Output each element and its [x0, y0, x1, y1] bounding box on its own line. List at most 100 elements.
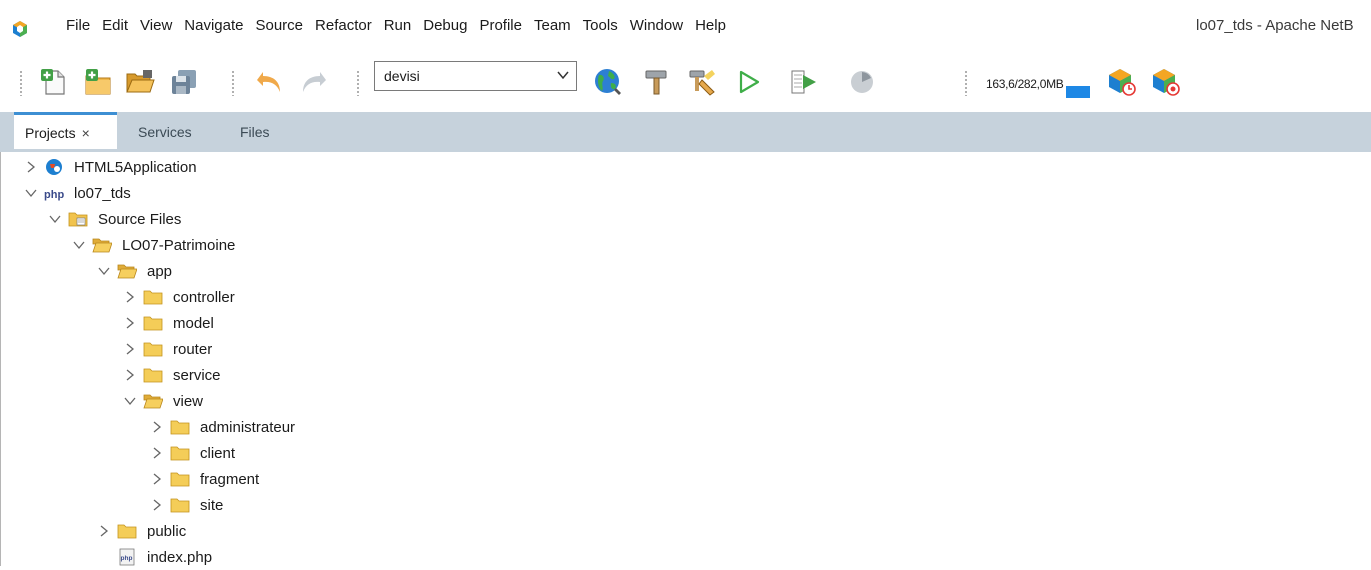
profiler-snapshot-icon[interactable]: [1150, 66, 1182, 98]
tree-node-site[interactable]: site: [150, 492, 223, 518]
chevron-right-icon[interactable]: [150, 446, 164, 460]
tree-node-label: controller: [173, 288, 235, 306]
window-title: lo07_tds - Apache NetB: [1196, 17, 1354, 34]
menu-edit[interactable]: Edit: [102, 17, 128, 34]
html5-project-icon: [46, 159, 62, 175]
chevron-right-icon[interactable]: [150, 472, 164, 486]
open-project-icon[interactable]: [124, 66, 156, 98]
menu-debug[interactable]: Debug: [423, 17, 467, 34]
tree-node-client[interactable]: client: [150, 440, 235, 466]
folder-icon: [170, 420, 190, 435]
tree-node-label: site: [200, 496, 224, 514]
run-project-icon[interactable]: [733, 66, 765, 98]
tree-node-administrateur[interactable]: administrateur: [150, 414, 295, 440]
clean-build-icon[interactable]: [686, 66, 718, 98]
tree-node-app[interactable]: app: [97, 258, 172, 284]
menu-bar: File Edit View Navigate Source Refactor …: [0, 0, 1371, 56]
svg-text:php: php: [121, 555, 133, 562]
chevron-right-icon[interactable]: [97, 524, 111, 538]
chevron-down-icon[interactable]: [123, 394, 137, 408]
folder-icon: [170, 472, 190, 487]
memory-usage-bar[interactable]: [1066, 86, 1090, 98]
folder-icon: [143, 342, 163, 357]
chevron-right-icon[interactable]: [123, 316, 137, 330]
tree-node-controller[interactable]: controller: [123, 284, 235, 310]
menu-file[interactable]: File: [66, 17, 90, 34]
toolbar-grip[interactable]: [20, 70, 22, 96]
tree-node-public[interactable]: public: [97, 518, 186, 544]
project-tree: HTML5Application php lo07_tds Source Fil…: [0, 152, 1371, 566]
menu-navigate[interactable]: Navigate: [184, 17, 243, 34]
source-folder-icon: [68, 212, 88, 227]
folder-icon: [117, 524, 137, 539]
debug-project-icon[interactable]: [788, 66, 820, 98]
menu-run[interactable]: Run: [384, 17, 412, 34]
chevron-right-icon[interactable]: [150, 498, 164, 512]
menu-source[interactable]: Source: [255, 17, 303, 34]
tree-node-label: client: [200, 444, 236, 462]
menu-view[interactable]: View: [140, 17, 172, 34]
tree-node-model[interactable]: model: [123, 310, 214, 336]
undo-icon[interactable]: [253, 66, 285, 98]
chevron-down-icon[interactable]: [97, 264, 111, 278]
netbeans-logo-icon: [13, 21, 27, 37]
chevron-down-icon[interactable]: [48, 212, 62, 226]
tree-node-label: router: [173, 340, 213, 358]
globe-browser-icon[interactable]: [592, 66, 624, 98]
folder-open-icon: [117, 264, 137, 279]
tab-files[interactable]: Files: [240, 112, 270, 152]
tab-projects[interactable]: Projects ×: [14, 112, 117, 149]
tree-node-label: public: [147, 522, 187, 540]
menu-window[interactable]: Window: [630, 17, 683, 34]
tree-node-service[interactable]: service: [123, 362, 221, 388]
build-hammer-icon[interactable]: [640, 66, 672, 98]
tree-node-label: HTML5Application: [74, 158, 197, 176]
new-file-icon[interactable]: [38, 66, 70, 98]
menu-refactor[interactable]: Refactor: [315, 17, 372, 34]
menu-profile[interactable]: Profile: [479, 17, 522, 34]
tree-left-border: [0, 152, 1, 566]
tree-node-label: fragment: [200, 470, 260, 488]
memory-usage-text[interactable]: 163,6/282,0MB: [986, 77, 1064, 91]
tree-node-label: index.php: [147, 548, 213, 566]
tree-node-router[interactable]: router: [123, 336, 212, 362]
chevron-down-icon[interactable]: [24, 186, 38, 200]
chevron-down-icon[interactable]: [72, 238, 86, 252]
tree-node-html5application[interactable]: HTML5Application: [24, 154, 197, 180]
chevron-right-icon[interactable]: [24, 160, 38, 174]
new-project-icon[interactable]: [82, 66, 114, 98]
close-icon[interactable]: ×: [82, 125, 90, 141]
gc-memory-icon[interactable]: [1106, 66, 1138, 98]
tree-node-index-php[interactable]: php index.php: [97, 544, 212, 570]
tree-node-label: app: [147, 262, 173, 280]
chevron-right-icon[interactable]: [123, 342, 137, 356]
folder-icon: [170, 446, 190, 461]
tree-node-lo07-tds[interactable]: php lo07_tds: [24, 180, 131, 206]
folder-icon: [170, 498, 190, 513]
tab-services[interactable]: Services: [138, 112, 192, 152]
toolbar-grip[interactable]: [232, 70, 234, 96]
chevron-right-icon[interactable]: [123, 290, 137, 304]
tree-node-lo07-patrimoine[interactable]: LO07-Patrimoine: [72, 232, 235, 258]
tree-node-label: LO07-Patrimoine: [122, 236, 236, 254]
tree-node-label: Source Files: [98, 210, 182, 228]
redo-icon[interactable]: [298, 66, 330, 98]
chevron-right-icon[interactable]: [150, 420, 164, 434]
project-config-value: devisi: [384, 68, 420, 84]
tab-bar: Projects × Services Files: [0, 112, 1371, 152]
project-config-select[interactable]: devisi: [374, 61, 577, 91]
svg-text:php: php: [44, 189, 64, 201]
menu-tools[interactable]: Tools: [583, 17, 618, 34]
toolbar-grip[interactable]: [357, 70, 359, 96]
save-all-icon[interactable]: [168, 66, 200, 98]
menu-team[interactable]: Team: [534, 17, 571, 34]
tab-projects-label: Projects: [25, 125, 76, 141]
profile-project-icon[interactable]: [846, 66, 878, 98]
tree-node-source-files[interactable]: Source Files: [48, 206, 181, 232]
menu-help[interactable]: Help: [695, 17, 726, 34]
toolbar-grip[interactable]: [965, 70, 967, 96]
tree-node-view[interactable]: view: [123, 388, 203, 414]
chevron-down-icon: [557, 71, 569, 80]
tree-node-fragment[interactable]: fragment: [150, 466, 259, 492]
chevron-right-icon[interactable]: [123, 368, 137, 382]
